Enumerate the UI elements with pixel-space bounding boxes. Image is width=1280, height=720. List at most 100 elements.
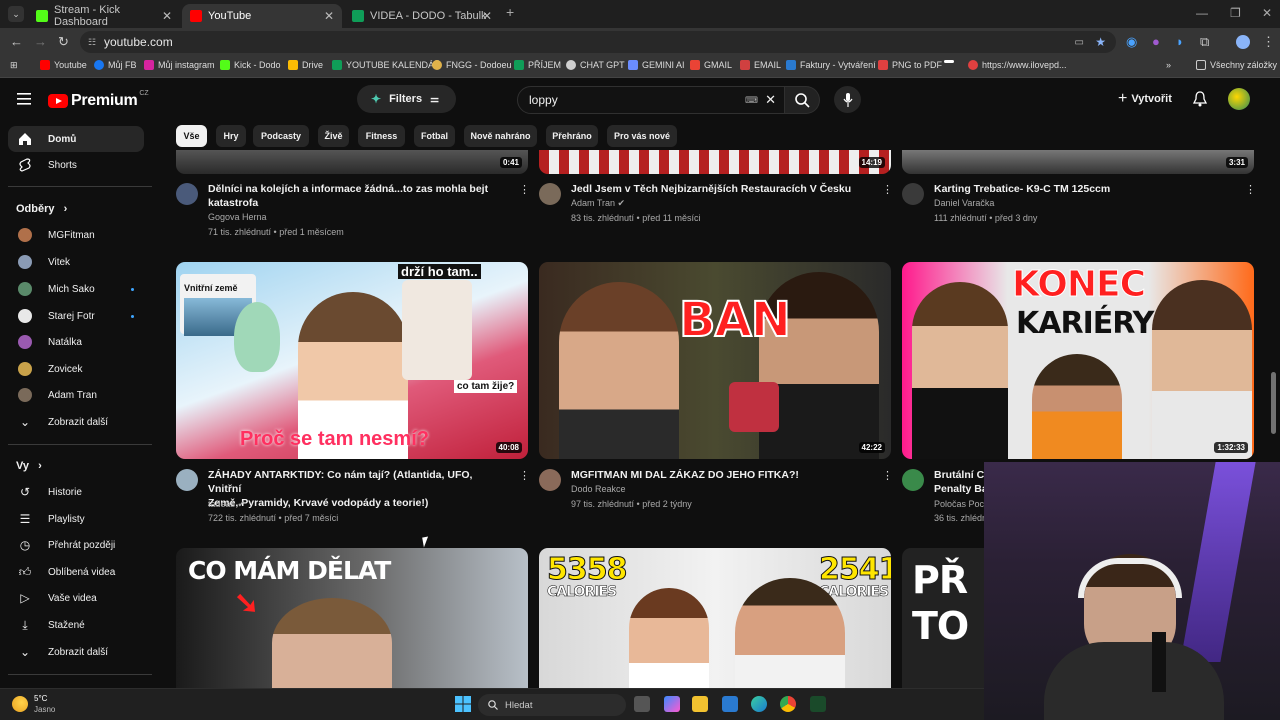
video-thumbnail[interactable]: 5358 CALORIES 2541 CALORIES — [539, 548, 891, 688]
search-button[interactable] — [785, 86, 820, 114]
chip-football[interactable]: Fotbal — [414, 125, 455, 147]
bookmark-faktury[interactable]: Faktury - Vytváření — [786, 60, 876, 70]
tab-google-sheets[interactable]: VIDEA - DODO - Tabulky Googl ✕ — [344, 4, 500, 28]
new-tab-button[interactable]: + — [506, 4, 514, 20]
sidebar-item-downloads[interactable]: ⤓ Stažené — [8, 612, 144, 638]
chip-fitness[interactable]: Fitness — [358, 125, 405, 147]
video-thumbnail[interactable]: KONEC KARIÉRY? 1:32:33 — [902, 262, 1254, 459]
task-view-icon[interactable] — [634, 696, 650, 712]
video-title[interactable]: ZÁHADY ANTARKTIDY: Co nám tají? (Atlanti… — [208, 468, 508, 510]
url-field[interactable]: youtube.com ☷ ★ ▭ — [80, 31, 1116, 53]
tab-kick-dashboard[interactable]: Stream - Kick Dashboard ✕ — [28, 4, 180, 28]
extensions-puzzle-icon[interactable]: ⧉ — [1200, 34, 1209, 50]
sidebar-show-more-you[interactable]: ⌄ Zobrazit další — [8, 639, 144, 665]
channel-name[interactable]: Daniel Varačka — [934, 196, 994, 211]
window-close-icon[interactable]: ✕ — [1262, 6, 1272, 20]
weather-moon-icon[interactable] — [12, 696, 28, 712]
edge-icon[interactable] — [751, 696, 767, 712]
more-actions-icon[interactable]: ⋮ — [882, 183, 893, 196]
more-actions-icon[interactable]: ⋮ — [519, 469, 530, 482]
chip-all[interactable]: Vše — [176, 125, 207, 147]
channel-avatar[interactable] — [539, 183, 561, 205]
filters-button[interactable]: ✦ Filters ⚌ — [357, 85, 456, 113]
channel-avatar[interactable] — [176, 183, 198, 205]
bookmark-instagram[interactable]: Můj instagram — [144, 60, 215, 70]
sidebar-item-sub-starej-fotr[interactable]: Starej Fotr — [8, 303, 144, 329]
more-bookmarks-icon[interactable]: » — [1166, 60, 1171, 70]
chip-podcasts[interactable]: Podcasty — [253, 125, 309, 147]
channel-avatar[interactable] — [902, 469, 924, 491]
taskbar-search[interactable]: Hledat — [478, 694, 626, 716]
bookmark-blank[interactable] — [944, 60, 958, 63]
cast-icon[interactable]: ▭ — [1075, 37, 1084, 48]
bookmark-chatgpt[interactable]: CHAT GPT — [566, 60, 625, 70]
site-info-icon[interactable]: ☷ — [88, 37, 96, 48]
bookmark-ilovepdf[interactable]: https://www.ilovepd... — [968, 60, 1067, 70]
terminal-icon[interactable] — [810, 696, 826, 712]
page-scrollbar-thumb[interactable] — [1271, 372, 1276, 434]
sidebar-item-liked[interactable]: 👍︎ Oblíbená videa — [8, 559, 144, 585]
chip-new-to-you[interactable]: Pro vás nové — [607, 125, 677, 147]
video-thumbnail[interactable]: Vnitřní země drží ho tam.. co tam žije? … — [176, 262, 528, 459]
video-title[interactable]: Dělníci na kolejích a informace žádná...… — [208, 182, 498, 210]
sidebar-item-sub-zovicek[interactable]: Zovicek — [8, 356, 144, 382]
extension-icon[interactable]: ◉ — [1126, 34, 1137, 50]
browser-menu-icon[interactable]: ⋮ — [1262, 34, 1275, 50]
video-thumbnail[interactable]: PŘ TO — [902, 548, 984, 688]
channel-avatar[interactable] — [539, 469, 561, 491]
channel-name[interactable]: Gogova Herna — [208, 210, 267, 225]
sidebar-item-sub-mich-sako[interactable]: Mich Sako — [8, 276, 144, 302]
channel-name[interactable]: Poločas Poc — [934, 497, 984, 512]
profile-avatar[interactable] — [1236, 35, 1250, 49]
sidebar-item-sub-mgfitman[interactable]: MGFitman — [8, 222, 144, 248]
bookmark-email[interactable]: EMAIL — [740, 60, 781, 70]
forward-icon[interactable]: → — [34, 34, 47, 49]
close-icon[interactable]: ✕ — [324, 9, 334, 23]
youtube-premium-logo[interactable]: Premium CZ — [48, 90, 149, 110]
video-title[interactable]: Karting Trebatice- K9-C TM 125ccm — [934, 182, 1234, 196]
sidebar-item-your-videos[interactable]: ▷ Vaše videa — [8, 585, 144, 611]
sidebar-item-sub-adam-tran[interactable]: Adam Tran — [8, 382, 144, 408]
extension-icon-2[interactable]: ● — [1152, 34, 1160, 49]
bookmark-kalendar[interactable]: YOUTUBE KALENDÁŘ — [332, 60, 441, 70]
account-avatar[interactable] — [1228, 88, 1250, 110]
sidebar-item-home[interactable]: Domů — [8, 126, 144, 152]
sidebar-item-sub-natalka[interactable]: Natálka — [8, 329, 144, 355]
sidebar-show-more-subs[interactable]: ⌄ Zobrazit další — [8, 409, 144, 435]
extension-icon-3[interactable]: ◗ — [1176, 34, 1184, 49]
notifications-bell-icon[interactable] — [1192, 91, 1208, 110]
weather-temp[interactable]: 5°C — [34, 694, 47, 703]
reload-icon[interactable]: ↻ — [58, 34, 69, 50]
clear-search-icon[interactable]: ✕ — [765, 92, 776, 108]
windows-start-icon[interactable] — [455, 696, 471, 717]
sidebar-item-shorts[interactable]: Shorts — [8, 152, 144, 178]
bookmark-kick[interactable]: Kick - Dodo — [220, 60, 281, 70]
channel-avatar[interactable] — [176, 469, 198, 491]
bookmark-fngg[interactable]: FNGG - Dodoeu — [432, 60, 512, 70]
sidebar-item-history[interactable]: ↺ Historie — [8, 479, 144, 505]
channel-name[interactable]: tadeas ✔ — [208, 497, 245, 512]
tab-search-icon[interactable]: ⌄ — [8, 6, 24, 22]
bookmark-gmail[interactable]: GMAIL — [690, 60, 732, 70]
search-input[interactable]: loppy ⌨ ✕ — [517, 86, 785, 114]
sidebar-item-playlists[interactable]: ☰ Playlisty — [8, 506, 144, 532]
more-actions-icon[interactable]: ⋮ — [882, 469, 893, 482]
chrome-icon[interactable] — [780, 696, 796, 712]
chip-watched[interactable]: Přehráno — [546, 125, 598, 147]
video-thumbnail[interactable]: CO MÁM DĚLAT ➘ — [176, 548, 528, 688]
chip-live[interactable]: Živě — [318, 125, 349, 147]
chip-games[interactable]: Hry — [216, 125, 246, 147]
video-thumbnail[interactable]: BAN 42:22 — [539, 262, 891, 459]
bookmark-drive[interactable]: Drive — [288, 60, 323, 70]
channel-avatar[interactable] — [902, 183, 924, 205]
maximize-icon[interactable]: ❐ — [1230, 6, 1241, 20]
video-thumbnail[interactable]: 0:41 — [176, 150, 528, 174]
bookmark-png-to-pdf[interactable]: PNG to PDF — [878, 60, 942, 70]
video-thumbnail[interactable]: 3:31 — [902, 150, 1254, 174]
apps-grid-icon[interactable]: ⊞ — [10, 60, 18, 71]
create-button[interactable]: + Vytvořit — [1118, 90, 1172, 108]
sidebar-item-sub-vitek[interactable]: Vitek — [8, 249, 144, 275]
close-icon[interactable]: ✕ — [482, 9, 492, 23]
keyboard-icon[interactable]: ⌨ — [745, 95, 758, 106]
close-icon[interactable]: ✕ — [162, 9, 172, 23]
